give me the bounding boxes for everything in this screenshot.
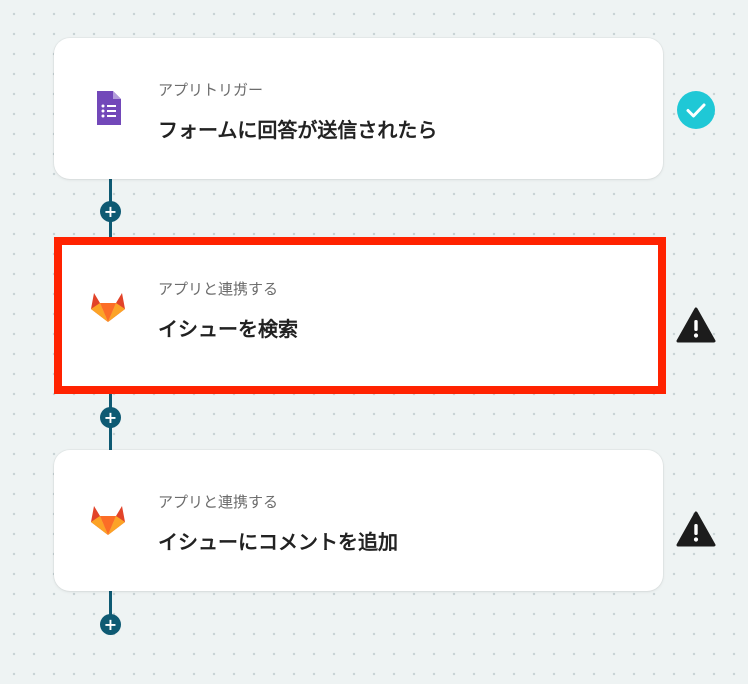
gitlab-icon [88, 287, 128, 327]
gitlab-icon [88, 500, 128, 540]
step-subtitle: アプリと連携する [158, 493, 279, 511]
google-forms-icon [88, 88, 128, 128]
add-step-button[interactable]: + [100, 614, 121, 635]
add-step-button[interactable]: + [100, 201, 121, 222]
add-step-button[interactable]: + [100, 407, 121, 428]
step-card-search-issue[interactable]: アプリと連携する イシューを検索 [54, 237, 666, 394]
step-title: イシューを検索 [158, 317, 298, 341]
warning-icon [676, 306, 716, 346]
step-title: フォームに回答が送信されたら [158, 118, 438, 142]
step-subtitle: アプリと連携する [158, 280, 279, 298]
step-card-trigger[interactable]: アプリトリガー フォームに回答が送信されたら [54, 38, 663, 179]
step-card-add-comment[interactable]: アプリと連携する イシューにコメントを追加 [54, 450, 663, 591]
step-subtitle: アプリトリガー [158, 81, 264, 99]
check-circle-icon [676, 90, 716, 130]
step-title: イシューにコメントを追加 [158, 530, 398, 554]
warning-icon [676, 510, 716, 550]
